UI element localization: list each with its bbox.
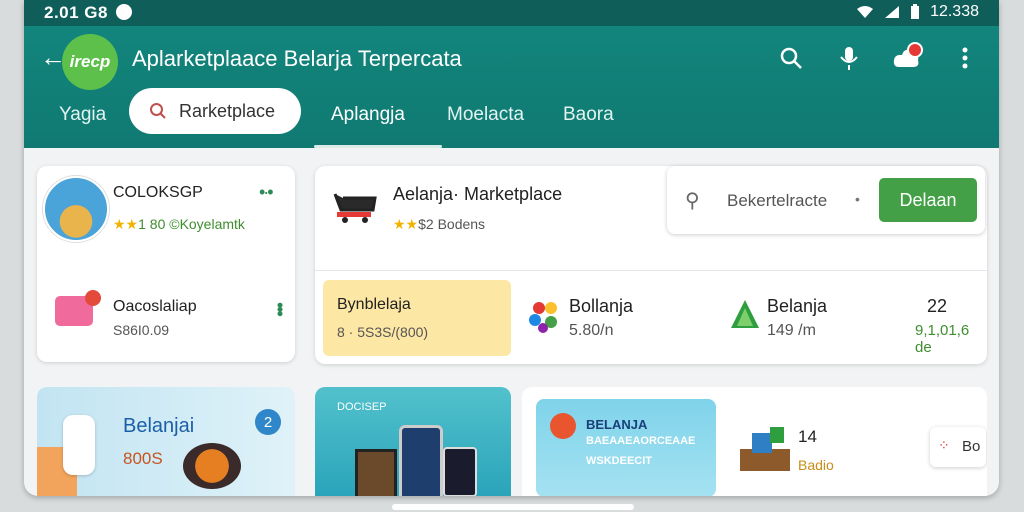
brand-badge-icon	[550, 413, 576, 439]
marketplace-rating: ★★$2 Bodens	[393, 216, 485, 233]
phone-image	[399, 425, 443, 496]
item-title: Oacoslaliap	[113, 298, 197, 315]
status-icons: 12.338	[856, 3, 979, 21]
search-icon: ⚲	[685, 190, 700, 212]
mini-card[interactable]: ⁘ Bo	[930, 427, 986, 467]
app-bar: ← irecp Aplarketplaace Belarja Terpercat…	[24, 26, 999, 148]
tab-baora[interactable]: Baora	[563, 104, 614, 126]
notification-icon	[116, 4, 132, 20]
tile-price: 5.80/n	[569, 322, 614, 339]
microphone-icon[interactable]	[833, 42, 865, 74]
status-bar: 2.01 G8 12.338	[24, 0, 999, 26]
promo-banner-belanjai[interactable]: Belanjai 800S 2	[37, 387, 295, 496]
banner-image[interactable]: BELANJA BAEAAEAORCEAAE WSKDEECIT	[536, 399, 716, 496]
mini-card-label: Bo	[962, 438, 981, 455]
badge-icon: 2	[255, 409, 281, 435]
tile-title[interactable]: Bollanja	[569, 296, 633, 317]
mascot-figure	[63, 415, 95, 475]
device-screen: 2.01 G8 12.338 ← irecp Aplarketplaace Be…	[24, 0, 999, 496]
rating-text: $2 Bodens	[418, 216, 486, 232]
tile-value: 9,1,01,6 de	[915, 322, 970, 356]
promo-banner-devices[interactable]: DOCISEP	[315, 387, 511, 496]
tab-moelacta[interactable]: Moelacta	[447, 104, 524, 126]
product-tile-highlight[interactable]: Bynblelaja 8 · 5S3S/(800)	[323, 280, 511, 356]
status-clock: 12.338	[930, 3, 979, 20]
phone-image-2	[443, 447, 477, 496]
more-vert-icon[interactable]	[949, 42, 981, 74]
tile-price: 149 /m	[767, 322, 816, 339]
item-label: Badio	[798, 457, 834, 473]
rating-text: 1 80 ©Koyelamtk	[138, 216, 245, 232]
notification-badge	[907, 42, 923, 58]
tile-price: 8 · 5S3S/(800)	[337, 324, 429, 340]
flower-icon	[529, 302, 557, 333]
search-icon	[150, 103, 166, 119]
cloud-notification-icon[interactable]	[891, 42, 923, 74]
gift-box-icon	[740, 427, 790, 471]
bag-badge	[85, 290, 101, 306]
tab-bar: Yagia Rarketplace Aplangja Moelacta Baor…	[24, 88, 999, 148]
dots-icon: ⁘	[938, 437, 950, 453]
battery-icon	[911, 4, 920, 19]
app-bar-actions	[775, 42, 981, 74]
product-search-input[interactable]: Bekertelracte	[727, 191, 827, 211]
search-button[interactable]: Delaan	[879, 178, 977, 222]
banner-text: DOCISEP	[337, 401, 387, 413]
more-options-icon[interactable]: •·•	[259, 182, 274, 203]
tile-title: Bynblelaja	[337, 296, 411, 313]
item-price: S86I0.09	[113, 322, 170, 338]
signal-icon	[885, 6, 900, 18]
shelf-image	[355, 449, 397, 496]
avatar	[43, 176, 109, 242]
tile-title[interactable]: Belanja	[767, 296, 827, 317]
divider	[315, 270, 987, 271]
tab-aplangja[interactable]: Aplangja	[331, 104, 405, 126]
seller-name: COLOKSGP	[113, 184, 203, 201]
search-pill[interactable]: Rarketplace	[129, 88, 301, 134]
marketplace-card: Aelanja· Marketplace ★★$2 Bodens ⚲ Beker…	[315, 166, 987, 364]
marketplace-title: Aelanja· Marketplace	[393, 184, 563, 204]
search-separator: •	[855, 191, 860, 207]
search-icon[interactable]	[775, 42, 807, 74]
search-pill-text: Rarketplace	[179, 100, 276, 121]
banner-subtitle: BAEAAEAORCEAAE	[586, 435, 696, 447]
item-count: 14	[798, 427, 817, 446]
banner-title: Belanjai	[123, 415, 195, 437]
triangle-logo-icon	[731, 300, 759, 328]
cart-icon	[333, 193, 377, 223]
active-tab-indicator	[314, 145, 442, 148]
seller-card[interactable]: COLOKSGP ★★1 80 ©Koyelamtk •·• Oacoslali…	[37, 166, 295, 362]
banner-price: 800S	[123, 449, 163, 468]
product-search-box: ⚲ Bekertelracte • Delaan	[667, 166, 985, 234]
banner-title: BELANJA	[586, 417, 648, 432]
rating-stars: ★★	[113, 216, 139, 232]
wifi-icon	[857, 6, 874, 18]
item-more-icon[interactable]: •••	[269, 302, 290, 315]
tab-yagia[interactable]: Yagia	[59, 104, 106, 126]
app-title: Aplarketplaace Belarja Terpercata	[132, 46, 462, 71]
promo-banner-belanja: BELANJA BAEAAEAORCEAAE WSKDEECIT 14 Badi…	[522, 387, 987, 496]
status-time: 2.01 G8	[44, 3, 108, 22]
seller-rating: ★★1 80 ©Koyelamtk	[113, 216, 245, 233]
food-bowl-image	[183, 443, 241, 489]
app-logo: irecp	[62, 34, 118, 90]
banner-subtitle-2: WSKDEECIT	[586, 455, 652, 467]
rating-stars: ★★	[393, 216, 419, 232]
tile-count: 22	[927, 296, 948, 316]
gesture-nav-handle[interactable]	[392, 504, 634, 510]
